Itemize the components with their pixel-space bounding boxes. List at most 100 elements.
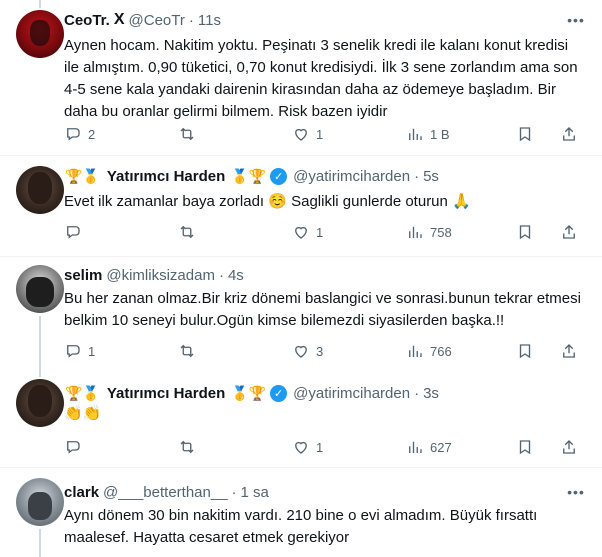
retweet-button[interactable] [178, 437, 202, 457]
verified-icon: ✓ [270, 384, 288, 402]
bookmark-icon [519, 225, 531, 240]
share-button[interactable] [560, 437, 578, 457]
display-name[interactable]: Yatırımcı Harden [107, 385, 225, 402]
reply-button[interactable] [64, 437, 88, 457]
tweet-text: Aynen hocam. Nakitim yoktu. Peşinatı 3 s… [64, 37, 578, 120]
tweet-feed: CeoTr. X @CeoTr · 11s ••• Aynen hocam. N… [0, 0, 602, 557]
bookmark-icon [519, 127, 531, 142]
avatar[interactable] [16, 478, 64, 526]
user-handle[interactable]: @CeoTr [129, 12, 185, 29]
views-button[interactable]: 766 [406, 341, 452, 361]
trophy-emoji: 🏆🥇 [65, 385, 100, 401]
views-icon [409, 128, 422, 140]
share-icon [563, 225, 575, 239]
like-count: 1 [316, 439, 324, 455]
like-icon [295, 441, 307, 454]
like-button[interactable]: 1 [292, 124, 323, 144]
action-bar: 1 758 [64, 222, 584, 242]
separator-dot: · [218, 266, 224, 284]
share-icon [563, 127, 575, 141]
user-handle[interactable]: @kimliksizadam [106, 267, 215, 284]
action-bar: 1 3 766 [64, 341, 584, 361]
reply-button[interactable]: 1 [64, 341, 95, 361]
user-handle[interactable]: @___betterthan__ [103, 484, 228, 501]
avatar[interactable] [16, 265, 64, 313]
retweet-icon [180, 344, 194, 358]
bookmark-button[interactable] [516, 437, 534, 457]
timestamp[interactable]: 11s [198, 12, 221, 29]
timestamp[interactable]: 4s [228, 267, 244, 284]
avatar[interactable] [16, 10, 64, 58]
views-button[interactable]: 758 [406, 222, 452, 242]
views-count: 1 B [430, 126, 450, 142]
more-icon[interactable]: ••• [566, 482, 586, 502]
reply-icon [67, 441, 80, 454]
tweet-header: CeoTr. X @CeoTr · 11s [64, 10, 221, 30]
avatar[interactable] [16, 379, 64, 427]
views-button[interactable]: 1 B [406, 124, 450, 144]
share-button[interactable] [560, 124, 578, 144]
user-handle[interactable]: @yatirimciharden [293, 168, 410, 185]
display-name[interactable]: clark [64, 484, 99, 501]
like-icon [295, 345, 307, 358]
retweet-icon [180, 440, 194, 454]
bookmark-button[interactable] [516, 124, 534, 144]
display-name[interactable]: selim [64, 267, 102, 284]
tweet-clark[interactable]: clark @___betterthan__ · 1 sa ••• Aynı d… [0, 468, 602, 557]
like-count: 1 [316, 126, 324, 142]
reply-button[interactable] [64, 222, 88, 242]
avatar[interactable] [16, 166, 64, 214]
tweet-selim[interactable]: selim @kimliksizadam · 4s Bu her zanan o… [0, 257, 602, 371]
retweet-icon [180, 127, 194, 141]
reply-icon [67, 345, 80, 358]
retweet-icon [180, 225, 194, 239]
display-name[interactable]: CeoTr. [64, 12, 110, 29]
views-count: 766 [430, 343, 452, 359]
views-icon [409, 441, 422, 453]
reply-count: 1 [88, 343, 96, 359]
tweet-text: Aynı dönem 30 bin nakitim vardı. 210 bin… [64, 507, 538, 546]
like-count: 3 [316, 343, 324, 359]
timestamp[interactable]: 3s [423, 385, 439, 402]
separator-dot: · [414, 384, 420, 402]
separator-dot: · [231, 483, 237, 501]
reply-icon [67, 226, 80, 239]
views-count: 758 [430, 224, 452, 240]
share-button[interactable] [560, 341, 578, 361]
verified-icon: ✓ [270, 167, 288, 185]
bookmark-button[interactable] [516, 341, 534, 361]
retweet-button[interactable] [178, 124, 202, 144]
like-button[interactable]: 3 [292, 341, 323, 361]
share-icon [563, 344, 575, 358]
tweet-harden-1[interactable]: 🏆🥇 Yatırımcı Harden 🥇🏆 ✓ @yatirimciharde… [0, 156, 602, 256]
like-button[interactable]: 1 [292, 222, 323, 242]
action-bar: 1 627 [64, 437, 584, 457]
tweet-harden-2[interactable]: 🏆🥇 Yatırımcı Harden 🥇🏆 ✓ @yatirimciharde… [0, 377, 602, 466]
bookmark-icon [519, 440, 531, 455]
share-button[interactable] [560, 222, 578, 242]
tweet-ceotr[interactable]: CeoTr. X @CeoTr · 11s ••• Aynen hocam. N… [0, 0, 602, 155]
timestamp[interactable]: 5s [423, 168, 439, 185]
retweet-button[interactable] [178, 341, 202, 361]
share-icon [563, 440, 575, 454]
timestamp[interactable]: 1 sa [241, 484, 269, 501]
like-count: 1 [316, 224, 324, 240]
tweet-header: selim @kimliksizadam · 4s [64, 265, 244, 285]
separator-dot: · [188, 11, 194, 29]
views-icon [409, 345, 422, 357]
display-name[interactable]: Yatırımcı Harden [107, 168, 225, 185]
retweet-button[interactable] [178, 222, 202, 242]
reply-button[interactable]: 2 [64, 124, 95, 144]
reply-count: 2 [88, 126, 96, 142]
bookmark-button[interactable] [516, 222, 534, 242]
views-button[interactable]: 627 [406, 437, 452, 457]
like-button[interactable]: 1 [292, 437, 323, 457]
more-icon[interactable]: ••• [566, 10, 586, 30]
user-handle[interactable]: @yatirimciharden [293, 385, 410, 402]
views-count: 627 [430, 439, 452, 455]
separator-dot: · [414, 167, 420, 185]
bookmark-icon [519, 344, 531, 359]
trophy-emoji: 🏆🥇 [65, 168, 100, 184]
tweet-header: clark @___betterthan__ · 1 sa [64, 482, 269, 502]
like-icon [295, 226, 307, 239]
